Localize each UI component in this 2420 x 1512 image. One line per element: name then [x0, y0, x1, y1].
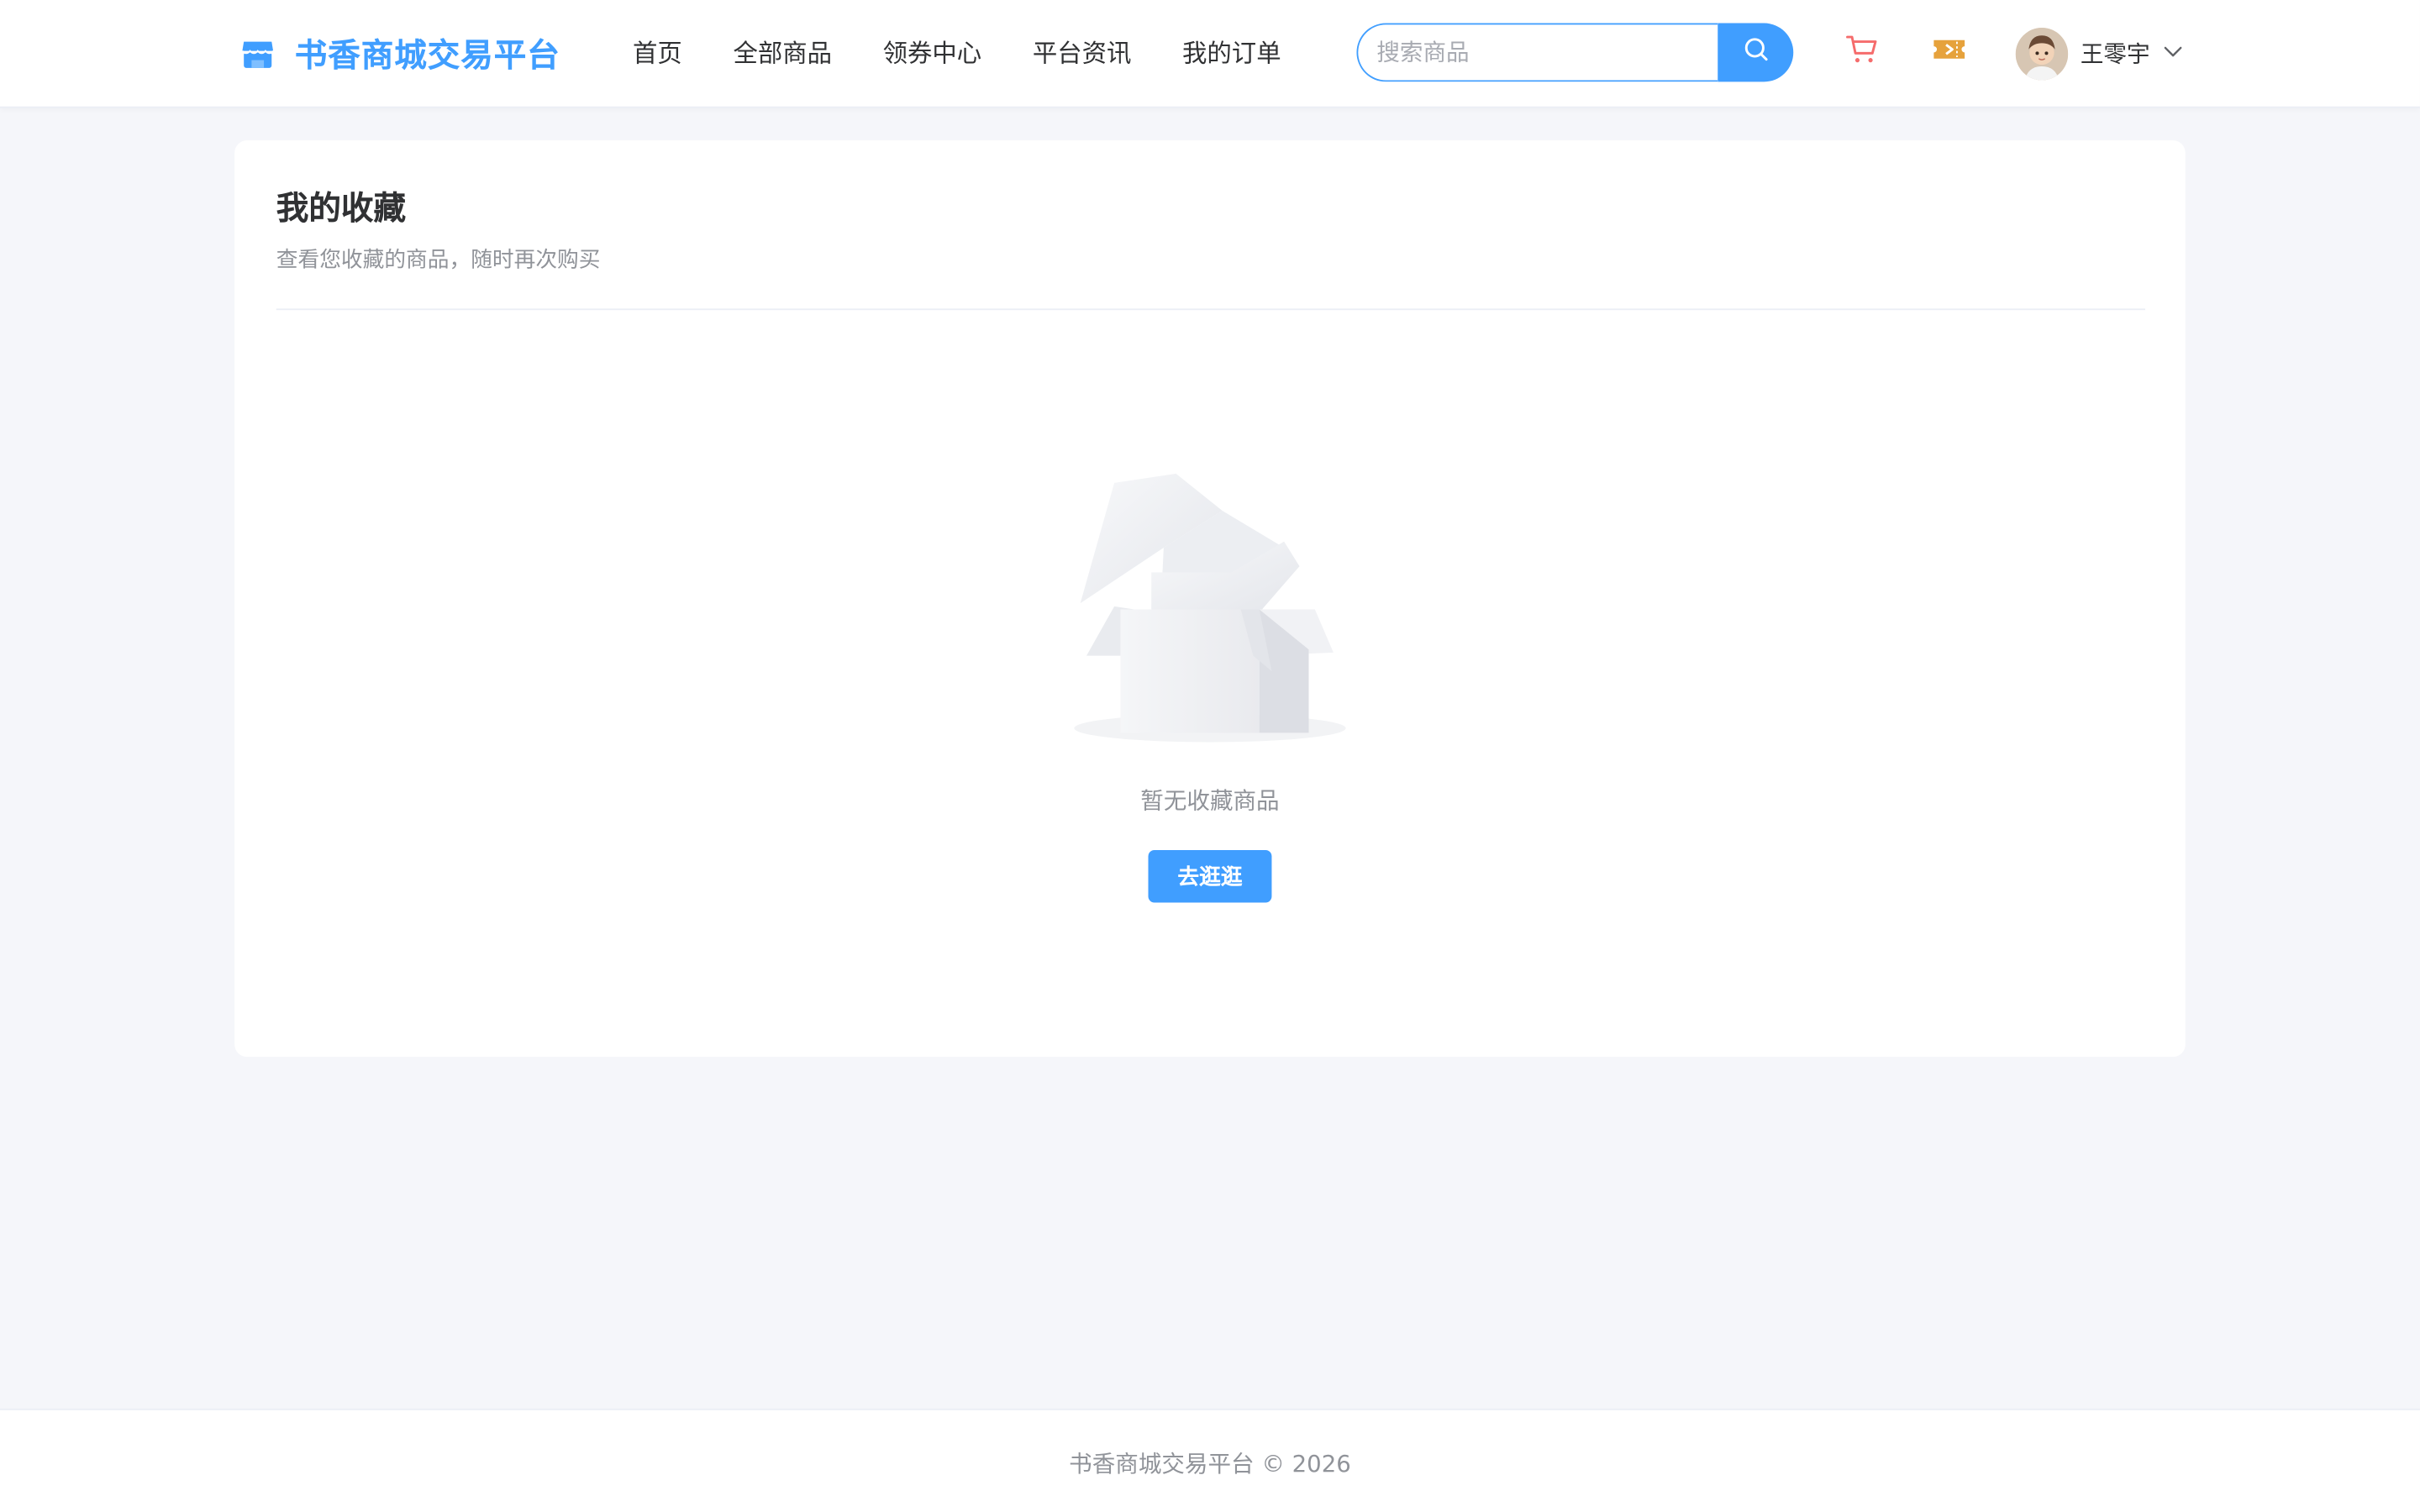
page-subtitle: 查看您收藏的商品，随时再次购买 — [276, 248, 601, 274]
search-input[interactable] — [1356, 23, 1718, 82]
search-button[interactable] — [1718, 23, 1794, 82]
user-name: 王零宇 — [2080, 39, 2150, 68]
nav-item-news[interactable]: 平台资讯 — [1033, 34, 1132, 74]
page-title: 我的收藏 — [276, 189, 407, 227]
empty-state-text: 暂无收藏商品 — [1140, 786, 1280, 815]
main-nav: 首页 全部商品 领券中心 平台资讯 我的订单 — [633, 34, 1332, 74]
brand-name: 书香商城交易平台 — [294, 37, 560, 75]
shop-icon — [239, 35, 276, 72]
user-menu[interactable]: 王零宇 — [2015, 26, 2184, 80]
page: 书香商城交易平台 首页 全部商品 领券中心 平台资讯 我的订单 搜索商品 王零宇… — [0, 0, 2420, 1512]
nav-item-all-products[interactable]: 全部商品 — [733, 34, 832, 74]
favorites-card: 我的收藏 查看您收藏的商品，随时再次购买 暂无收藏商品 去逛逛 — [234, 140, 2186, 1058]
nav-item-coupon-center[interactable]: 领券中心 — [883, 34, 982, 74]
search-bar — [1356, 23, 1794, 82]
search-icon — [1742, 35, 1770, 69]
cart-icon — [1844, 31, 1881, 74]
brand-logo[interactable]: 书香商城交易平台 — [239, 33, 560, 76]
divider — [276, 308, 2146, 311]
footer: 书香商城交易平台 © 2026 — [0, 1408, 2420, 1512]
avatar — [2015, 27, 2069, 80]
nav-item-home[interactable]: 首页 — [633, 34, 682, 74]
cart-button[interactable] — [1844, 34, 1881, 71]
top-header: 书香商城交易平台 首页 全部商品 领券中心 平台资讯 我的订单 搜索商品 王零宇 — [0, 0, 2420, 108]
chevron-down-icon — [2162, 39, 2184, 68]
empty-box-icon — [1068, 470, 1352, 751]
go-shopping-button[interactable]: 去逛逛 — [1148, 850, 1272, 903]
nav-item-my-orders[interactable]: 我的订单 — [1182, 34, 1281, 74]
coupon-icon — [1931, 31, 1968, 74]
coupon-button[interactable] — [1931, 34, 1968, 71]
copyright-text: 书香商城交易平台 © 2026 — [1069, 1450, 1351, 1478]
